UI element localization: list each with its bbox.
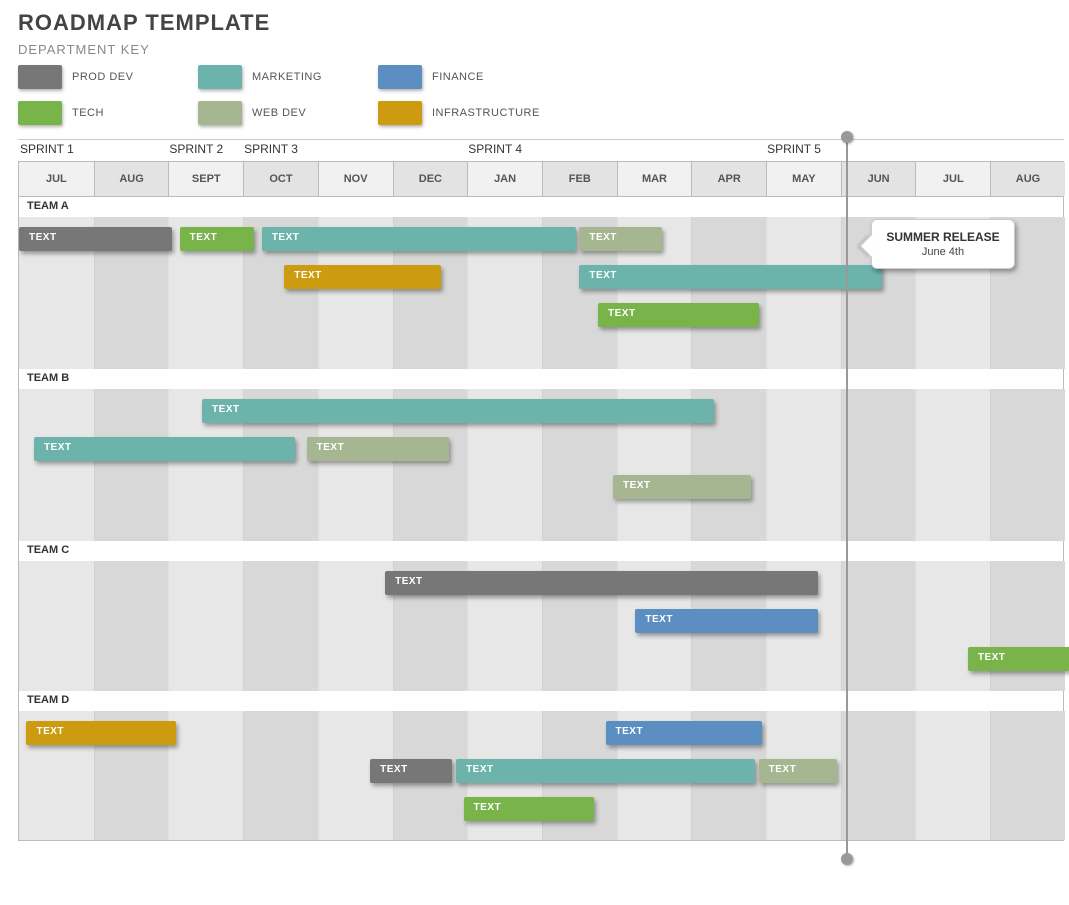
gantt-bar[interactable]: TEXT [598, 303, 759, 327]
gantt-bar[interactable]: TEXT [635, 609, 818, 633]
team-header: TEAM D [18, 691, 1064, 711]
legend-label: FINANCE [432, 71, 484, 83]
sprint-label: SPRINT 3 [242, 140, 466, 161]
legend-label: INFRASTRUCTURE [432, 107, 540, 119]
team-lane: TEXTTEXTTEXT [18, 561, 1064, 691]
month-cell: APR [691, 162, 766, 196]
month-cell: NOV [318, 162, 393, 196]
legend-item: MARKETING [198, 65, 378, 89]
legend-swatch [18, 65, 62, 89]
sprint-row: SPRINT 1SPRINT 2SPRINT 3SPRINT 4SPRINT 5 [18, 139, 1064, 161]
legend-swatch [378, 101, 422, 125]
gantt-bar[interactable]: TEXT [464, 797, 595, 821]
gantt-bar[interactable]: TEXT [34, 437, 296, 461]
month-cell: AUG [990, 162, 1065, 196]
milestone-line [846, 133, 848, 859]
gantt-bar[interactable]: TEXT [180, 227, 255, 251]
gantt-bar[interactable]: TEXT [307, 437, 449, 461]
month-cell: FEB [542, 162, 617, 196]
month-cell: JAN [467, 162, 542, 196]
month-cell: MAR [617, 162, 692, 196]
gantt-bar[interactable]: TEXT [579, 227, 661, 251]
month-cell: MAY [766, 162, 841, 196]
gantt-bar[interactable]: TEXT [579, 265, 882, 289]
team-header: TEAM B [18, 369, 1064, 389]
roadmap-chart: SPRINT 1SPRINT 2SPRINT 3SPRINT 4SPRINT 5… [18, 139, 1064, 841]
legend-label: PROD DEV [72, 71, 133, 83]
callout-title: SUMMER RELEASE [886, 230, 999, 244]
month-cell: JUL [915, 162, 990, 196]
legend-label: TECH [72, 107, 104, 119]
legend-label: MARKETING [252, 71, 322, 83]
month-cell: JUN [841, 162, 916, 196]
legend-item: WEB DEV [198, 101, 378, 125]
milestone-dot [841, 853, 853, 865]
legend-item: INFRASTRUCTURE [378, 101, 558, 125]
callout-date: June 4th [886, 246, 999, 258]
sprint-label: SPRINT 4 [466, 140, 765, 161]
gantt-bar[interactable]: TEXT [606, 721, 763, 745]
gantt-bar[interactable]: TEXT [613, 475, 751, 499]
legend-item: TECH [18, 101, 198, 125]
month-cell: JUL [19, 162, 94, 196]
sprint-label: SPRINT 1 [18, 140, 167, 161]
team-header: TEAM A [18, 197, 1064, 217]
gantt-bar[interactable]: TEXT [19, 227, 172, 251]
team-lane: TEXT TEXT TEXT TEXT [18, 389, 1064, 541]
team-lane: TEXTTEXTTEXTTEXTTEXTTEXT [18, 711, 1064, 841]
month-cell: DEC [393, 162, 468, 196]
month-cell: AUG [94, 162, 169, 196]
gantt-bar[interactable]: TEXT [456, 759, 755, 783]
sprint-label: SPRINT 2 [167, 140, 242, 161]
legend-item: FINANCE [378, 65, 558, 89]
months-row: JULAUGSEPTOCTNOVDECJANFEBMARAPRMAYJUNJUL… [18, 161, 1064, 197]
legend: PROD DEV MARKETING FINANCE TECH WEB DEV INFRA… [18, 65, 1051, 125]
sprint-label: SPRINT 5 [765, 140, 1064, 161]
legend-item: PROD DEV [18, 65, 198, 89]
gantt-bar[interactable]: TEXT [759, 759, 837, 783]
gantt-bar[interactable]: TEXT [26, 721, 175, 745]
legend-swatch [18, 101, 62, 125]
legend-swatch [198, 101, 242, 125]
month-cell: SEPT [168, 162, 243, 196]
gantt-bar[interactable]: TEXT [284, 265, 441, 289]
gantt-bar[interactable]: TEXT [262, 227, 576, 251]
month-cell: OCT [243, 162, 318, 196]
team-header: TEAM C [18, 541, 1064, 561]
gantt-bar[interactable]: TEXT [968, 647, 1069, 671]
milestone-callout[interactable]: SUMMER RELEASE June 4th [871, 219, 1014, 269]
gantt-bar[interactable]: TEXT [370, 759, 452, 783]
gantt-bar[interactable]: TEXT [385, 571, 818, 595]
legend-swatch [378, 65, 422, 89]
legend-title: DEPARTMENT KEY [18, 42, 1051, 57]
gantt-bar[interactable]: TEXT [202, 399, 714, 423]
legend-swatch [198, 65, 242, 89]
page-title: ROADMAP TEMPLATE [18, 10, 1051, 36]
legend-label: WEB DEV [252, 107, 306, 119]
